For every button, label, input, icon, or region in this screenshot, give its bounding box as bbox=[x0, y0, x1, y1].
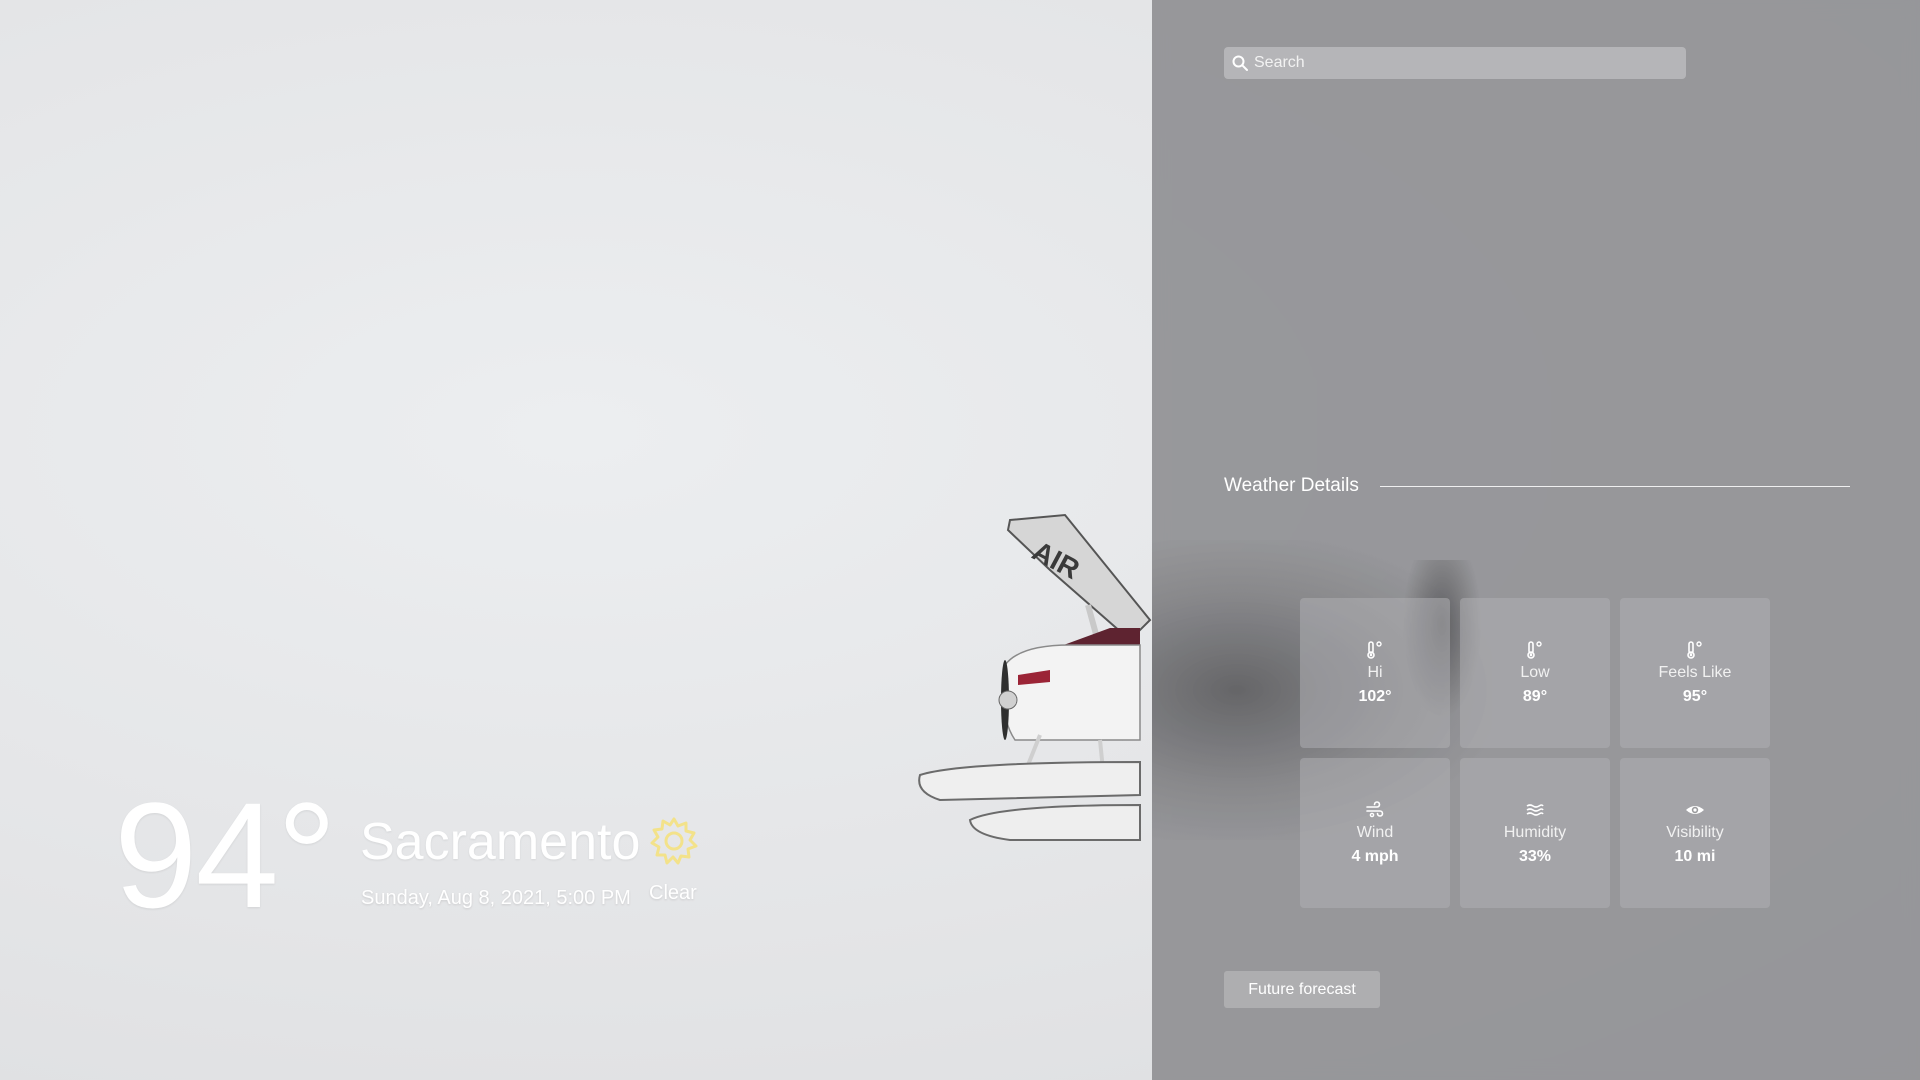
tile-label: Humidity bbox=[1503, 824, 1567, 841]
tile-value: 33% bbox=[1518, 848, 1552, 865]
humidity-icon bbox=[1526, 804, 1544, 816]
tile-label: Wind bbox=[1356, 824, 1394, 841]
detail-tile-wind: Wind 4 mph bbox=[1300, 758, 1450, 908]
thermometer-icon bbox=[1687, 641, 1702, 659]
detail-tile-humidity: Humidity 33% bbox=[1460, 758, 1610, 908]
search-icon bbox=[1232, 55, 1248, 71]
current-temperature: 94° bbox=[114, 771, 337, 939]
detail-tile-visibility: Visibility 10 mi bbox=[1620, 758, 1770, 908]
thermometer-icon bbox=[1367, 641, 1382, 659]
eye-icon bbox=[1686, 806, 1704, 814]
tile-value: 102° bbox=[1358, 688, 1392, 705]
tile-value: 10 mi bbox=[1674, 848, 1716, 865]
thermometer-icon bbox=[1527, 641, 1542, 659]
tile-value: 4 mph bbox=[1351, 848, 1399, 865]
wind-icon bbox=[1366, 801, 1384, 818]
tile-value: 95° bbox=[1682, 688, 1708, 705]
detail-tile-hi: Hi 102° bbox=[1300, 598, 1450, 748]
weather-condition: Clear bbox=[649, 882, 697, 904]
detail-tile-low: Low 89° bbox=[1460, 598, 1610, 748]
tile-label: Hi bbox=[1367, 664, 1383, 681]
weather-details-title: Weather Details bbox=[1224, 475, 1359, 496]
tile-label: Feels Like bbox=[1658, 664, 1732, 681]
tile-label: Low bbox=[1520, 664, 1550, 681]
weather-details-grid: Hi 102° Low 89° Feels Like 95° Wind 4 mp… bbox=[1300, 598, 1770, 908]
search-bar[interactable] bbox=[1224, 47, 1686, 79]
future-forecast-button[interactable]: Future forecast bbox=[1224, 971, 1380, 1008]
search-input[interactable] bbox=[1254, 47, 1686, 79]
details-panel: Weather Details Hi 102° Low 89° bbox=[1152, 0, 1920, 1080]
tile-value: 89° bbox=[1522, 688, 1548, 705]
sun-icon bbox=[650, 817, 698, 865]
tile-label: Visibility bbox=[1666, 824, 1724, 841]
city-name: Sacramento bbox=[360, 813, 641, 871]
detail-tile-feels-like: Feels Like 95° bbox=[1620, 598, 1770, 748]
divider bbox=[1380, 486, 1850, 487]
date-time: Sunday, Aug 8, 2021, 5:00 PM bbox=[361, 887, 631, 909]
